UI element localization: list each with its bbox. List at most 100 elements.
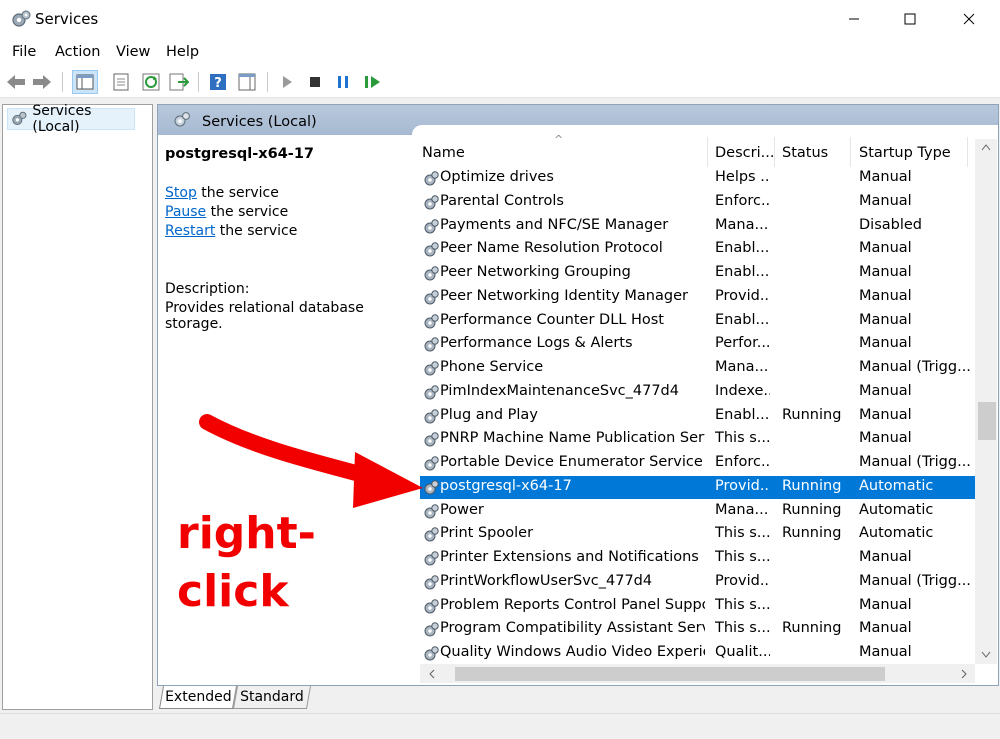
view-tabs: Extended Standard xyxy=(157,686,557,710)
column-status[interactable]: Status xyxy=(782,145,828,161)
action-pane-icon xyxy=(238,73,256,91)
service-gear-icon xyxy=(424,218,439,233)
service-startup-type: Manual xyxy=(859,644,912,660)
service-description: This s... xyxy=(715,596,770,613)
service-gear-icon xyxy=(424,527,439,542)
close-button[interactable] xyxy=(946,0,992,38)
service-description: Perfor... xyxy=(715,335,770,352)
service-description: Mana... xyxy=(715,216,769,233)
service-description: Mana... xyxy=(715,359,769,375)
table-row[interactable]: Portable Device Enumerator Service Enforc… xyxy=(420,452,976,475)
column-description[interactable]: Descri... xyxy=(715,145,774,161)
vertical-scroll-thumb[interactable] xyxy=(978,402,996,440)
table-row[interactable]: Optimize drives Helps ... Manual xyxy=(420,167,976,190)
title-bar: Services xyxy=(0,0,1000,38)
action-text: the service xyxy=(215,223,298,239)
menu-file[interactable]: File xyxy=(12,44,36,60)
restart-link[interactable]: Restart xyxy=(165,223,215,239)
minimize-button[interactable] xyxy=(831,0,877,38)
service-startup-type: Manual xyxy=(859,549,912,565)
table-row[interactable]: Quality Windows Audio Video Experien... Q… xyxy=(420,642,976,665)
table-row[interactable]: Performance Logs & Alerts Perfor... Manual xyxy=(420,333,976,356)
service-description: This s... xyxy=(715,620,770,637)
table-row[interactable]: PrintWorkflowUserSvc_477d4 Provid... Manua… xyxy=(420,571,976,594)
table-row[interactable]: Print Spooler This s... Running Automatic xyxy=(420,523,976,546)
service-gear-icon xyxy=(424,313,439,328)
scroll-right-icon xyxy=(961,669,967,679)
back-button[interactable] xyxy=(5,71,27,93)
pause-link[interactable]: Pause xyxy=(165,204,206,220)
service-startup-type: Manual xyxy=(859,264,912,280)
service-startup-type: Manual xyxy=(859,382,912,399)
table-row[interactable]: Printer Extensions and Notifications This… xyxy=(420,547,976,570)
horizontal-scroll-thumb[interactable] xyxy=(455,667,885,681)
service-name: Print Spooler xyxy=(440,525,534,542)
service-name: Plug and Play xyxy=(440,406,538,423)
column-header: ^ Name Descri... Status Startup Type xyxy=(412,133,978,167)
table-row[interactable]: Program Compatibility Assistant Service T… xyxy=(420,618,976,641)
service-name: Peer Networking Identity Manager xyxy=(440,287,688,304)
forward-button[interactable] xyxy=(31,71,53,93)
service-description: Enforc... xyxy=(715,454,770,470)
service-startup-type: Manual xyxy=(859,287,912,304)
table-row[interactable]: Phone Service Mana... Manual (Trigg... xyxy=(420,357,976,380)
table-row[interactable]: PNRP Machine Name Publication Service Thi… xyxy=(420,428,976,451)
pause-service-button[interactable] xyxy=(332,71,354,93)
services-gear-icon xyxy=(12,10,31,27)
properties-button[interactable] xyxy=(110,71,132,93)
service-gear-icon xyxy=(424,290,439,305)
column-name[interactable]: Name xyxy=(422,145,465,161)
table-row[interactable]: PimIndexMaintenanceSvc_477d4 Indexe... Man… xyxy=(420,381,976,404)
console-tree-icon xyxy=(76,74,94,90)
column-startup-type[interactable]: Startup Type xyxy=(859,145,951,161)
pause-icon xyxy=(338,76,348,88)
refresh-icon xyxy=(142,73,160,91)
refresh-button[interactable] xyxy=(140,71,162,93)
service-gear-icon xyxy=(424,337,439,352)
service-startup-type: Automatic xyxy=(859,501,934,518)
table-row[interactable]: Problem Reports Control Panel Support Thi… xyxy=(420,595,976,618)
annotation-line-1: right- xyxy=(177,508,316,559)
stop-service-button[interactable] xyxy=(304,71,326,93)
tree-item-services-local[interactable]: Services (Local) xyxy=(7,103,135,135)
export-list-button[interactable] xyxy=(168,71,190,93)
service-startup-type: Manual xyxy=(859,596,912,613)
action-restart: Restart the service xyxy=(165,223,297,239)
properties-icon xyxy=(113,73,129,91)
table-row[interactable]: Parental Controls Enforc... Manual xyxy=(420,191,976,214)
help-button[interactable]: ? xyxy=(207,71,229,93)
service-gear-icon xyxy=(424,646,439,661)
service-description: This s... xyxy=(715,525,770,542)
show-hide-console-tree-button[interactable] xyxy=(72,70,98,94)
table-row[interactable]: Plug and Play Enabl... Running Manual xyxy=(420,405,976,428)
menu-help[interactable]: Help xyxy=(166,44,199,60)
action-pause: Pause the service xyxy=(165,204,288,220)
service-startup-type: Manual xyxy=(859,192,912,209)
table-row[interactable]: Peer Name Resolution Protocol Enabl... Man… xyxy=(420,238,976,261)
table-row[interactable]: Payments and NFC/SE Manager Mana... Disabl… xyxy=(420,215,976,238)
table-row[interactable]: Peer Networking Grouping Enabl... Manual xyxy=(420,262,976,285)
tab-label: Extended xyxy=(164,689,232,705)
service-name: PrintWorkflowUserSvc_477d4 xyxy=(440,572,653,589)
show-action-pane-button[interactable] xyxy=(236,71,258,93)
menu-view[interactable]: View xyxy=(116,44,150,60)
scroll-left-icon xyxy=(429,669,435,679)
service-gear-icon xyxy=(424,575,439,590)
table-row[interactable]: Peer Networking Identity Manager Provid..… xyxy=(420,286,976,309)
maximize-button[interactable] xyxy=(887,0,933,38)
service-gear-icon xyxy=(424,266,439,281)
tab-label: Standard xyxy=(240,689,304,705)
service-gear-icon xyxy=(424,195,439,210)
tab-standard[interactable]: Standard xyxy=(232,686,312,709)
table-row[interactable]: Performance Counter DLL Host Enabl... Manu… xyxy=(420,310,976,333)
service-name: Phone Service xyxy=(440,359,544,375)
table-row-selected[interactable]: postgresql-x64-17 Provid... Running Automat… xyxy=(420,475,976,499)
restart-service-button[interactable] xyxy=(361,71,383,93)
start-service-button[interactable] xyxy=(276,71,298,93)
menu-action[interactable]: Action xyxy=(55,44,100,60)
stop-link[interactable]: Stop xyxy=(165,185,197,201)
tab-extended[interactable]: Extended xyxy=(158,686,238,709)
service-name: Portable Device Enumerator Service xyxy=(440,454,703,470)
service-name: PimIndexMaintenanceSvc_477d4 xyxy=(440,382,679,399)
table-row[interactable]: Power Mana... Running Automatic xyxy=(420,500,976,523)
